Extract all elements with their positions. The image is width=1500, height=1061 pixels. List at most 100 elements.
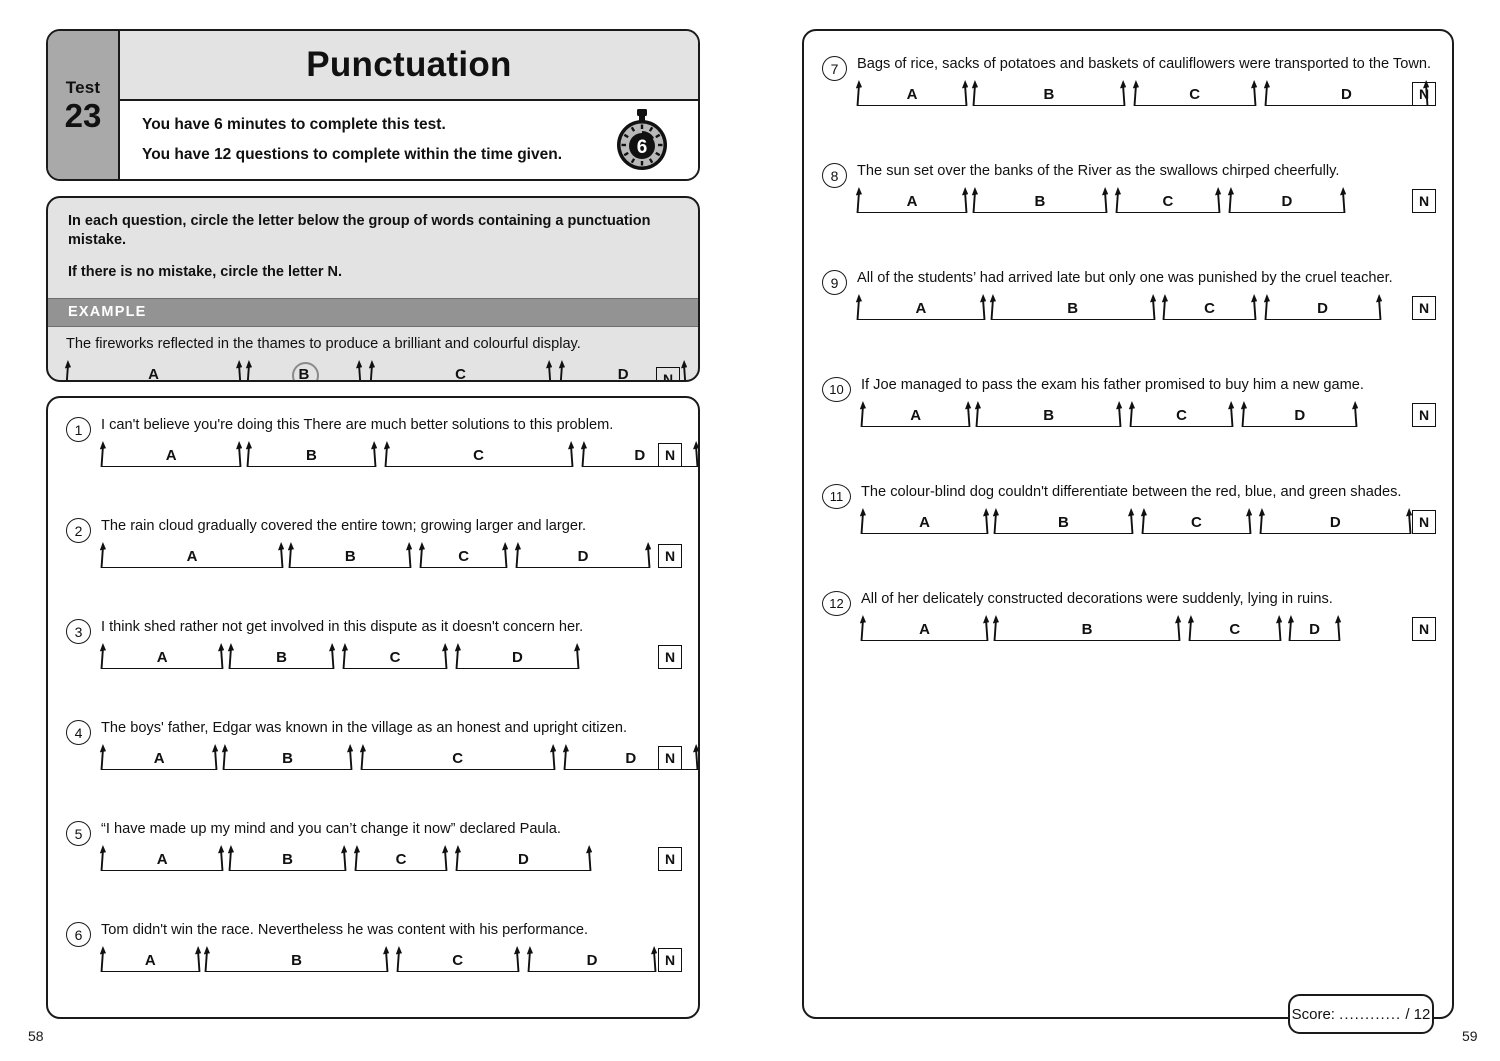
option-letter-b[interactable]: B bbox=[247, 448, 375, 463]
option-letter-b[interactable]: B bbox=[991, 301, 1155, 316]
answer-bracket-d[interactable]: D bbox=[1263, 289, 1382, 323]
option-letter-b[interactable]: B bbox=[229, 852, 345, 867]
answer-bracket-c[interactable]: C bbox=[1162, 289, 1257, 323]
answer-bracket-a[interactable]: A bbox=[855, 182, 969, 216]
option-letter-b[interactable]: B bbox=[289, 549, 411, 564]
answer-bracket-b[interactable]: B bbox=[287, 537, 413, 571]
option-letter-b[interactable]: B bbox=[994, 622, 1180, 637]
option-letter-a[interactable]: A bbox=[101, 751, 217, 766]
answer-bracket-c[interactable]: C bbox=[1132, 75, 1257, 109]
answer-bracket-c[interactable]: C bbox=[383, 436, 574, 470]
option-letter-a[interactable]: A bbox=[861, 515, 988, 530]
answer-bracket-d[interactable]: D bbox=[1240, 396, 1359, 430]
answer-bracket-a[interactable]: A bbox=[99, 941, 201, 975]
option-letter-c[interactable]: C bbox=[370, 367, 551, 380]
answer-bracket-b[interactable]: B bbox=[992, 610, 1182, 644]
question-11-option-n[interactable]: N bbox=[1412, 510, 1436, 534]
answer-bracket-d[interactable]: D bbox=[1263, 75, 1430, 109]
answer-bracket-b[interactable]: B bbox=[971, 75, 1126, 109]
option-letter-a[interactable]: A bbox=[101, 549, 283, 564]
option-letter-d[interactable]: D bbox=[1242, 408, 1357, 423]
option-letter-c[interactable]: C bbox=[1130, 408, 1233, 423]
answer-bracket-a[interactable]: A bbox=[99, 436, 243, 470]
option-letter-c[interactable]: C bbox=[1163, 301, 1255, 316]
question-6-option-n[interactable]: N bbox=[658, 948, 682, 972]
option-letter-b[interactable]: B bbox=[994, 515, 1133, 530]
answer-bracket-a[interactable]: A bbox=[99, 537, 285, 571]
option-letter-d[interactable]: D bbox=[528, 953, 656, 968]
answer-bracket-b[interactable]: B bbox=[228, 840, 347, 874]
answer-bracket-b[interactable]: B bbox=[971, 182, 1109, 216]
answer-bracket-c[interactable]: C bbox=[419, 537, 509, 571]
answer-bracket-b[interactable]: B bbox=[222, 739, 353, 773]
answer-bracket-d[interactable]: D bbox=[514, 537, 652, 571]
option-letter-c[interactable]: C bbox=[385, 448, 573, 463]
option-letter-a[interactable]: A bbox=[857, 87, 967, 102]
question-5-option-n[interactable]: N bbox=[658, 847, 682, 871]
option-letter-a[interactable]: A bbox=[101, 448, 241, 463]
answer-bracket-a[interactable]: A bbox=[64, 355, 243, 380]
question-7-option-n[interactable]: N bbox=[1412, 82, 1436, 106]
answer-bracket-c[interactable]: C bbox=[341, 638, 449, 672]
option-letter-b[interactable]: B bbox=[223, 751, 351, 766]
answer-bracket-c[interactable]: C bbox=[1128, 396, 1235, 430]
answer-bracket-a[interactable]: A bbox=[859, 503, 990, 537]
option-letter-d[interactable]: D bbox=[456, 650, 578, 665]
option-letter-c[interactable]: C bbox=[1142, 515, 1251, 530]
option-letter-c[interactable]: C bbox=[397, 953, 519, 968]
question-3-option-n[interactable]: N bbox=[658, 645, 682, 669]
answer-bracket-a[interactable]: A bbox=[99, 840, 225, 874]
answer-bracket-d[interactable]: D bbox=[1227, 182, 1347, 216]
option-letter-c[interactable]: C bbox=[1116, 194, 1220, 209]
answer-bracket-c[interactable]: C bbox=[1140, 503, 1253, 537]
answer-bracket-a[interactable]: A bbox=[855, 75, 969, 109]
question-4-option-n[interactable]: N bbox=[658, 746, 682, 770]
answer-bracket-c[interactable]: C bbox=[1187, 610, 1282, 644]
question-8-option-n[interactable]: N bbox=[1412, 189, 1436, 213]
question-12-option-n[interactable]: N bbox=[1412, 617, 1436, 641]
answer-bracket-b[interactable]: B bbox=[246, 436, 377, 470]
answer-bracket-a[interactable]: A bbox=[855, 289, 987, 323]
answer-bracket-d[interactable]: D bbox=[1288, 610, 1341, 644]
example-option-n[interactable]: N bbox=[656, 366, 680, 380]
option-letter-c[interactable]: C bbox=[355, 852, 448, 867]
answer-bracket-a[interactable]: A bbox=[859, 610, 990, 644]
option-letter-a[interactable]: A bbox=[101, 953, 200, 968]
answer-bracket-a[interactable]: A bbox=[859, 396, 972, 430]
option-letter-b[interactable]: B bbox=[229, 650, 333, 665]
option-letter-c[interactable]: C bbox=[420, 549, 507, 564]
option-letter-d[interactable]: D bbox=[1265, 301, 1381, 316]
answer-bracket-b[interactable]: B bbox=[992, 503, 1135, 537]
answer-bracket-d[interactable]: D bbox=[455, 840, 592, 874]
option-letter-d[interactable]: D bbox=[1260, 515, 1411, 530]
answer-bracket-b[interactable]: B bbox=[228, 638, 336, 672]
answer-bracket-b[interactable]: B bbox=[975, 396, 1123, 430]
answer-bracket-d[interactable]: D bbox=[1258, 503, 1412, 537]
option-letter-a[interactable]: A bbox=[101, 650, 223, 665]
answer-bracket-c[interactable]: C bbox=[368, 355, 553, 380]
answer-bracket-b[interactable]: B bbox=[989, 289, 1156, 323]
option-letter-a[interactable]: A bbox=[857, 194, 967, 209]
option-letter-a[interactable]: A bbox=[861, 622, 988, 637]
answer-bracket-b[interactable]: B bbox=[245, 355, 362, 380]
option-letter-d[interactable]: D bbox=[516, 549, 650, 564]
option-letter-b[interactable]: B bbox=[976, 408, 1121, 423]
answer-bracket-c[interactable]: C bbox=[353, 840, 449, 874]
option-letter-b[interactable]: B bbox=[205, 953, 387, 968]
option-letter-a[interactable]: A bbox=[66, 367, 241, 380]
score-box[interactable]: Score: ............ / 12 bbox=[1288, 994, 1434, 1034]
question-1-option-n[interactable]: N bbox=[658, 443, 682, 467]
option-letter-d[interactable]: D bbox=[456, 852, 590, 867]
option-letter-c[interactable]: C bbox=[343, 650, 447, 665]
option-letter-d[interactable]: D bbox=[1229, 194, 1345, 209]
answer-bracket-c[interactable]: C bbox=[359, 739, 556, 773]
answer-bracket-d[interactable]: D bbox=[526, 941, 658, 975]
option-letter-d[interactable]: D bbox=[1289, 622, 1339, 637]
answer-bracket-b[interactable]: B bbox=[204, 941, 389, 975]
option-letter-a[interactable]: A bbox=[101, 852, 223, 867]
option-letter-b[interactable]: B bbox=[973, 87, 1125, 102]
answer-bracket-d[interactable]: D bbox=[455, 638, 580, 672]
question-10-option-n[interactable]: N bbox=[1412, 403, 1436, 427]
option-letter-a[interactable]: A bbox=[857, 301, 985, 316]
option-letter-d[interactable]: D bbox=[1265, 87, 1429, 102]
